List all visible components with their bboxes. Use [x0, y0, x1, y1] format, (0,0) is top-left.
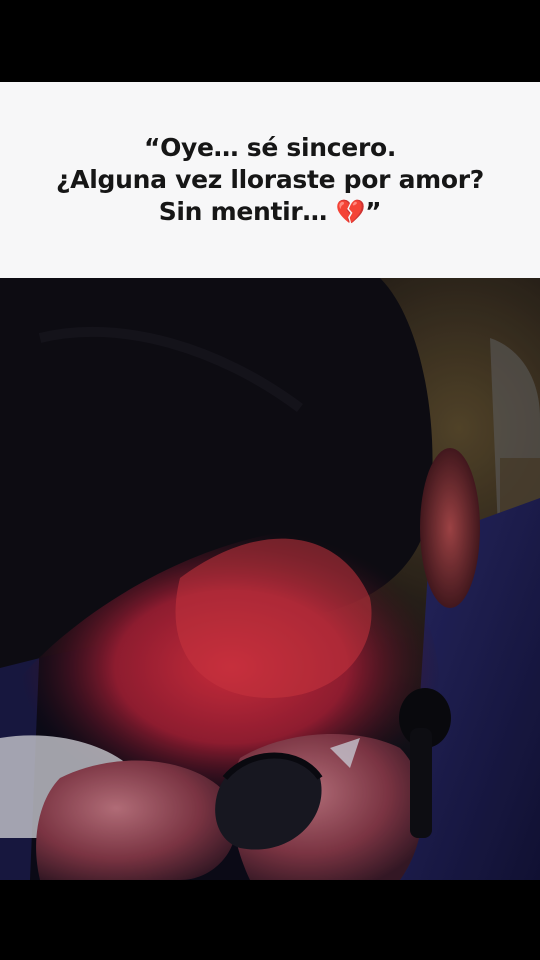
caption-line-1: “Oye… sé sincero. — [143, 133, 397, 162]
caption-line-3: Sin mentir… 💔” — [56, 196, 484, 228]
caption-panel: “Oye… sé sincero. ¿Alguna vez lloraste p… — [0, 82, 540, 278]
bottom-black-bar — [0, 880, 540, 960]
top-black-bar — [0, 0, 540, 82]
caption-line-3-text: Sin mentir… — [158, 197, 336, 226]
caption-line-2: ¿Alguna vez lloraste por amor? — [55, 165, 485, 194]
video-vignette — [0, 278, 540, 880]
caption-closing-quote: ” — [365, 197, 382, 226]
caption-text: “Oye… sé sincero. ¿Alguna vez lloraste p… — [56, 132, 484, 228]
broken-heart-icon: 💔 — [335, 198, 366, 226]
video-frame — [0, 278, 540, 880]
video-still-image — [0, 278, 540, 880]
